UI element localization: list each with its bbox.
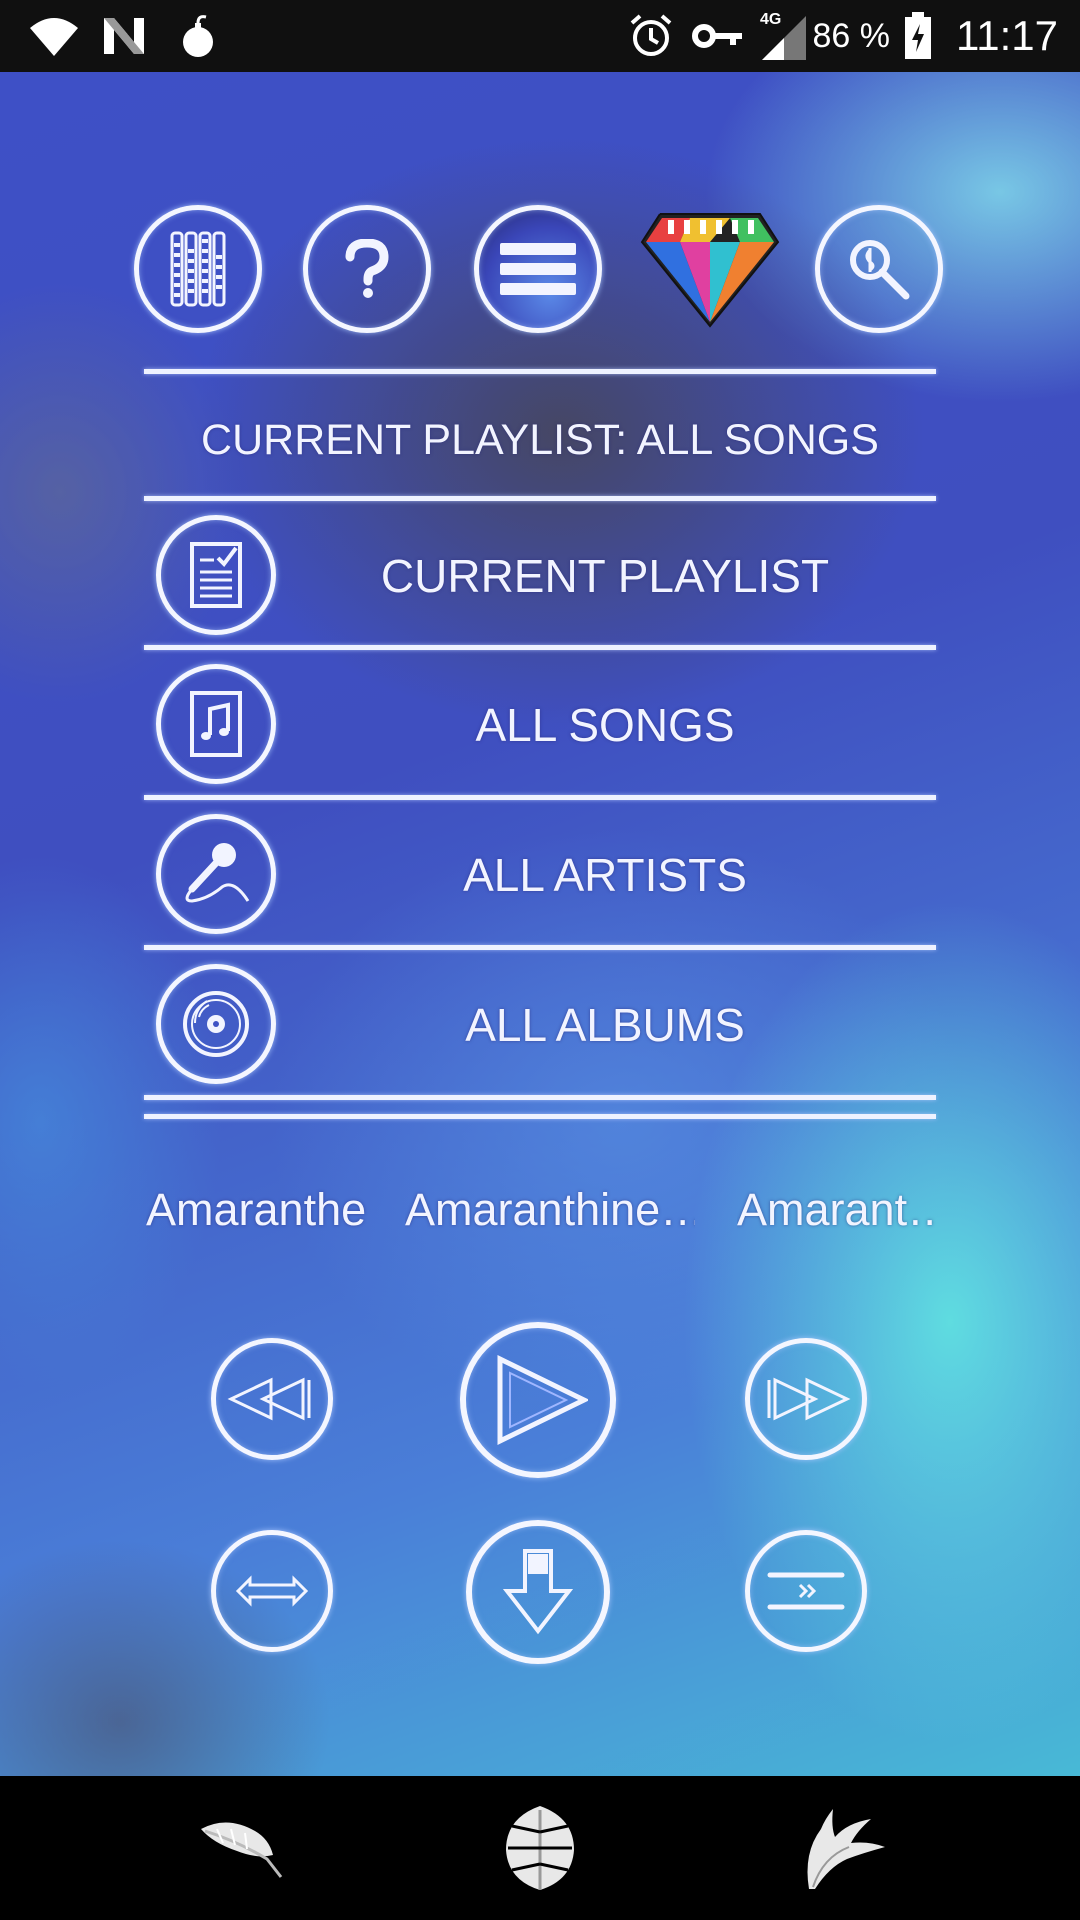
divider xyxy=(144,795,936,800)
help-button[interactable] xyxy=(303,205,431,333)
battery-charging-icon xyxy=(904,0,932,72)
rewind-icon xyxy=(227,1374,317,1424)
play-button[interactable] xyxy=(460,1322,616,1478)
menu-item-label: ALL ALBUMS xyxy=(465,998,745,1051)
download-button[interactable] xyxy=(466,1520,610,1664)
equalizer-button[interactable] xyxy=(134,205,262,333)
help-icon xyxy=(342,239,392,299)
microphone-button xyxy=(156,814,276,934)
current-playlist-title: CURRENT PLAYLIST: ALL SONGS xyxy=(201,415,879,464)
menu-item-all-albums[interactable]: ALL ALBUMS xyxy=(144,952,936,1097)
menu-item-label: CURRENT PLAYLIST xyxy=(380,549,830,602)
divider xyxy=(144,1095,936,1100)
repeat-icon xyxy=(236,1571,308,1611)
feather-leaf-icon xyxy=(197,1815,283,1881)
menu-item-current-playlist[interactable]: CURRENT PLAYLIST xyxy=(144,503,936,648)
checklist-icon xyxy=(188,540,244,610)
fast-forward-icon xyxy=(761,1374,851,1424)
checklist-button xyxy=(156,515,276,635)
now-playing-album: Amaranthine… xyxy=(405,1184,695,1235)
menu-item-label: ALL ARTISTS xyxy=(463,848,747,901)
now-playing-title: Amarant… xyxy=(737,1184,937,1235)
palm-leaf-icon xyxy=(799,1803,889,1893)
download-icon xyxy=(503,1547,573,1637)
music-note-button xyxy=(156,664,276,784)
vinyl-disc-button xyxy=(156,964,276,1084)
menu-item-all-songs[interactable]: ALL SONGS xyxy=(144,652,936,797)
queue-button[interactable] xyxy=(745,1530,867,1652)
queue-icon xyxy=(766,1569,846,1613)
music-note-icon xyxy=(188,689,244,759)
equalizer-icon xyxy=(170,229,226,309)
divider xyxy=(144,1114,936,1119)
menu-item-label: ALL SONGS xyxy=(475,698,735,751)
divider xyxy=(144,645,936,650)
monstera-leaf-icon xyxy=(502,1804,578,1892)
divider xyxy=(144,369,936,374)
nav-button-right[interactable] xyxy=(774,1776,914,1920)
menu-item-all-artists[interactable]: ALL ARTISTS xyxy=(144,802,936,947)
alarm-icon xyxy=(628,0,674,72)
n-icon xyxy=(102,0,146,72)
vinyl-disc-icon xyxy=(181,989,251,1059)
clock: 11:17 xyxy=(956,12,1058,59)
rewind-button[interactable] xyxy=(211,1338,333,1460)
microphone-icon xyxy=(178,839,254,909)
divider xyxy=(144,945,936,950)
search-music-icon xyxy=(846,236,912,302)
menu-button[interactable] xyxy=(474,205,602,333)
bottom-navigation-bar xyxy=(0,1776,1080,1920)
repeat-button[interactable] xyxy=(211,1530,333,1652)
status-bar: 4G 86 % 11:17 xyxy=(0,0,1080,72)
now-playing-artist: Amaranthe xyxy=(146,1184,367,1235)
battery-percent: 86 % xyxy=(812,16,891,55)
menu-icon xyxy=(500,243,576,295)
wifi-icon xyxy=(28,0,80,72)
nav-button-center[interactable] xyxy=(470,1776,610,1920)
nav-button-left[interactable] xyxy=(170,1776,310,1920)
fast-forward-button[interactable] xyxy=(745,1338,867,1460)
network-type: 4G xyxy=(760,11,781,28)
play-icon xyxy=(488,1355,588,1445)
signal-4g-icon: 4G xyxy=(760,0,810,74)
search-music-button[interactable] xyxy=(815,205,943,333)
diamond-logo[interactable] xyxy=(640,210,780,328)
vpn-key-icon xyxy=(692,0,744,72)
bomb-icon xyxy=(178,0,218,72)
divider xyxy=(144,496,936,501)
music-player-screen: 4G 86 % 11:17 CURRENT PLAYLIST: ALL SONG… xyxy=(0,0,1080,1920)
